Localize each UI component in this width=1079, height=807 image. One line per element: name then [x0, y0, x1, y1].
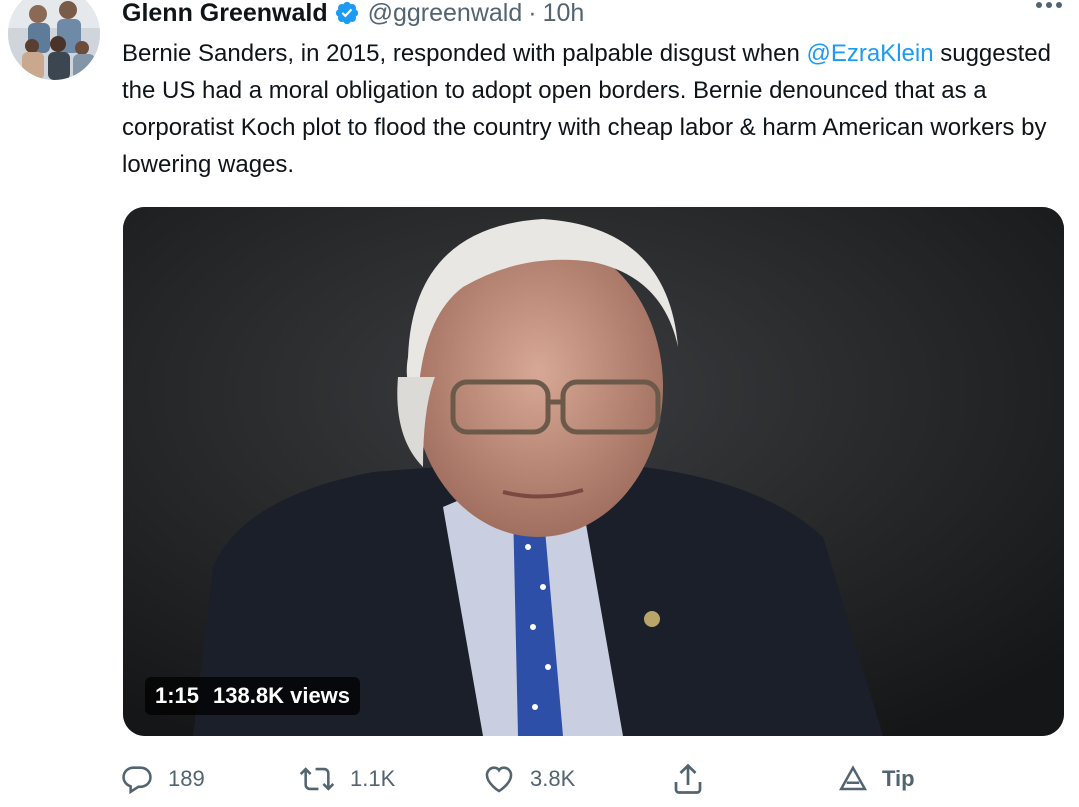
- tweet-text-part-1: Bernie Sanders, in 2015, responded with …: [122, 40, 807, 67]
- retweet-arrows-icon: [299, 767, 335, 791]
- video-views: 138.8K views: [213, 683, 351, 708]
- avatar[interactable]: [8, 0, 100, 80]
- tweet-timestamp[interactable]: 10h: [543, 0, 585, 28]
- retweet-count: 1.1K: [350, 766, 396, 791]
- video-duration: 1:15: [155, 683, 200, 708]
- heart-icon: [485, 766, 513, 793]
- author-name[interactable]: Glenn Greenwald: [122, 0, 328, 28]
- tip-label: Tip: [882, 766, 915, 791]
- mention-link[interactable]: @EzraKlein: [806, 40, 933, 67]
- share-upload-icon: [674, 763, 702, 794]
- video-info-badge: 1:15 138.8K views: [145, 677, 361, 715]
- reply-count: 189: [168, 766, 205, 791]
- like-button[interactable]: 3.8K: [482, 756, 575, 802]
- avatar-photo: [8, 0, 100, 80]
- author-handle[interactable]: @ggreenwald: [368, 0, 523, 28]
- header-separator: ·: [528, 0, 537, 27]
- tweet: Glenn Greenwald @ggreenwald · 10h Bernie…: [0, 0, 1079, 807]
- tweet-actions: 189 1.1K 3.8K Tip: [120, 756, 940, 802]
- reply-button[interactable]: 189: [120, 756, 205, 802]
- tweet-text: Bernie Sanders, in 2015, responded with …: [122, 35, 1072, 183]
- verified-badge-icon: [334, 0, 360, 26]
- retweet-button[interactable]: 1.1K: [298, 756, 395, 802]
- more-dots-icon[interactable]: [1029, 0, 1069, 20]
- tweet-header: Glenn Greenwald @ggreenwald · 10h: [122, 0, 1067, 30]
- tip-triangle-icon: [838, 765, 868, 791]
- video-thumbnail: [123, 207, 1064, 736]
- share-button[interactable]: [670, 756, 720, 802]
- like-count: 3.8K: [530, 766, 576, 791]
- reply-bubble-icon: [122, 766, 152, 795]
- video-player[interactable]: [123, 207, 1064, 736]
- tip-button[interactable]: Tip: [838, 756, 915, 802]
